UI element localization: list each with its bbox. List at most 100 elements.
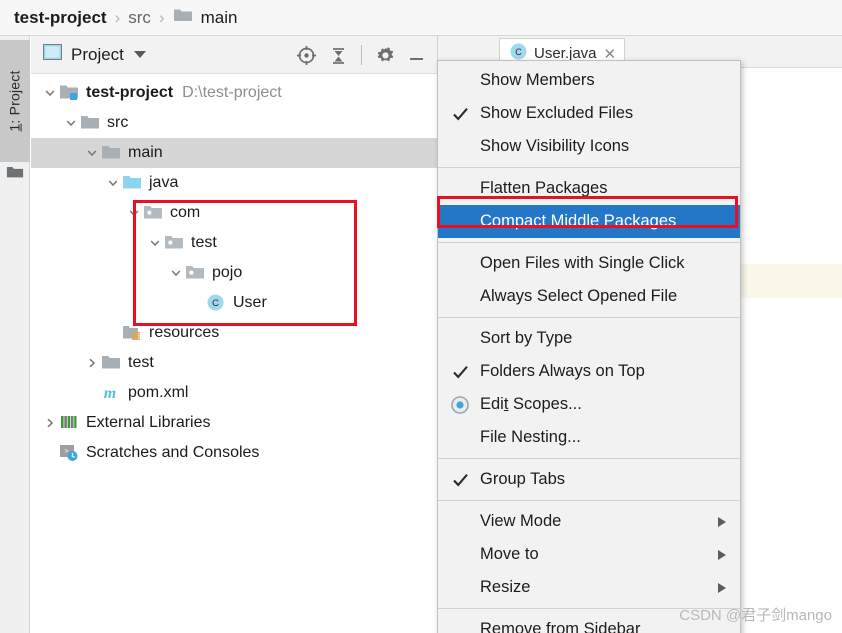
tree-row-label: com xyxy=(170,204,201,221)
chevron-right-icon[interactable] xyxy=(41,408,59,438)
menu-item-resize[interactable]: Resize xyxy=(438,571,740,604)
menu-item-label: Resize xyxy=(480,578,531,596)
chevron-right-icon[interactable] xyxy=(83,348,101,378)
tree-row-main[interactable]: main xyxy=(31,138,437,168)
collapse-all-icon[interactable] xyxy=(324,41,352,69)
svg-text:m: m xyxy=(104,385,116,402)
sidebar-tab-project[interactable]: 1: Project xyxy=(0,40,30,162)
package-icon xyxy=(185,263,205,283)
menu-item-edit-scopes[interactable]: Edit Scopes... xyxy=(438,388,740,421)
tree-row-resources[interactable]: resources xyxy=(31,318,437,348)
menu-separator xyxy=(438,500,740,501)
breadcrumb-item-main[interactable]: main xyxy=(173,7,237,28)
menu-item-always-select-opened-file[interactable]: Always Select Opened File xyxy=(438,280,740,313)
menu-item-label: Show Visibility Icons xyxy=(480,137,630,155)
menu-item-label: File Nesting... xyxy=(480,428,581,446)
menu-item-open-files-with-single-click[interactable]: Open Files with Single Click xyxy=(438,247,740,280)
chevron-down-icon[interactable] xyxy=(41,78,59,108)
submenu-arrow-icon xyxy=(718,516,726,527)
chevron-down-icon[interactable] xyxy=(83,138,101,168)
menu-item-show-visibility-icons[interactable]: Show Visibility Icons xyxy=(438,130,740,163)
chevron-down-icon[interactable] xyxy=(125,198,143,228)
tree-row-java[interactable]: java xyxy=(31,168,437,198)
tree-row-com[interactable]: com xyxy=(31,198,437,228)
project-tree[interactable]: test-project D:\test-project src main java co… xyxy=(31,74,437,468)
tree-row-label: resources xyxy=(149,324,220,341)
tree-row-pojo[interactable]: pojo xyxy=(31,258,437,288)
tree-row-scratches-and-consoles[interactable]: >_ Scratches and Consoles xyxy=(31,438,437,468)
menu-item-label: Sort by Type xyxy=(480,329,573,347)
menu-item-move-to[interactable]: Move to xyxy=(438,538,740,571)
folder-icon xyxy=(101,353,121,373)
tree-row-path: D:\test-project xyxy=(182,84,282,101)
menu-item-show-members[interactable]: Show Members xyxy=(438,64,740,97)
menu-item-flatten-packages[interactable]: Flatten Packages xyxy=(438,172,740,205)
menu-separator xyxy=(438,317,740,318)
submenu-arrow-icon xyxy=(718,549,726,560)
module-folder-icon xyxy=(59,83,79,103)
tree-row-external-libraries[interactable]: External Libraries xyxy=(31,408,437,438)
menu-item-label: Edit Scopes... xyxy=(480,395,582,413)
chevron-down-icon[interactable] xyxy=(167,258,185,288)
watermark: CSDN @君子剑mango xyxy=(679,607,832,624)
project-panel-title: Project xyxy=(71,44,124,64)
gear-icon[interactable] xyxy=(371,41,399,69)
scratches-icon: >_ xyxy=(59,443,79,463)
java-class-icon: C xyxy=(206,293,226,313)
breadcrumb-separator: › xyxy=(114,7,121,27)
radio-selected-icon xyxy=(451,395,469,414)
tree-row-pom-xml[interactable]: m pom.xml xyxy=(31,378,437,408)
menu-item-label: Show Members xyxy=(480,71,595,89)
folder-icon xyxy=(101,143,121,163)
menu-item-label: Folders Always on Top xyxy=(480,362,645,380)
tree-row-label: test-project xyxy=(86,84,174,101)
tree-row-test-project[interactable]: test-project D:\test-project xyxy=(31,78,437,108)
chevron-down-icon[interactable] xyxy=(133,51,146,58)
menu-item-view-mode[interactable]: View Mode xyxy=(438,505,740,538)
menu-item-group-tabs[interactable]: Group Tabs xyxy=(438,463,740,496)
menu-item-sort-by-type[interactable]: Sort by Type xyxy=(438,322,740,355)
left-tool-sidebar: 1: Project xyxy=(0,36,30,633)
menu-item-show-excluded-files[interactable]: Show Excluded Files xyxy=(438,97,740,130)
tree-row-label: java xyxy=(149,174,179,191)
chevron-down-icon[interactable] xyxy=(146,228,164,258)
menu-item-label: Open Files with Single Click xyxy=(480,254,685,272)
breadcrumb-item-project[interactable]: test-project xyxy=(14,8,107,28)
menu-item-label: Always Select Opened File xyxy=(480,287,678,305)
chevron-down-icon[interactable] xyxy=(62,108,80,138)
check-icon xyxy=(452,363,469,380)
tree-row-label: src xyxy=(107,114,129,131)
tree-row-label: External Libraries xyxy=(86,414,211,431)
menu-separator xyxy=(438,242,740,243)
chevron-down-icon[interactable] xyxy=(104,168,122,198)
resources-folder-icon xyxy=(122,323,142,343)
package-icon xyxy=(164,233,184,253)
menu-item-folders-always-on-top[interactable]: Folders Always on Top xyxy=(438,355,740,388)
maven-icon: m xyxy=(101,383,121,403)
tree-row-src[interactable]: src xyxy=(31,108,437,138)
menu-item-label: Group Tabs xyxy=(480,470,565,488)
select-opened-file-icon[interactable] xyxy=(292,41,320,69)
minimize-icon[interactable] xyxy=(403,41,429,69)
source-folder-icon xyxy=(122,173,142,193)
menu-item-file-nesting[interactable]: File Nesting... xyxy=(438,421,740,454)
tree-row-test[interactable]: test xyxy=(31,348,437,378)
svg-text:C: C xyxy=(515,47,522,57)
svg-text:C: C xyxy=(212,298,219,309)
project-view-options-menu[interactable]: Show Members Show Excluded Files Show Visi… xyxy=(437,60,741,633)
folder-icon[interactable] xyxy=(6,164,24,180)
package-icon xyxy=(143,203,163,223)
breadcrumb-item-src[interactable]: src xyxy=(128,8,151,28)
libraries-icon xyxy=(59,413,79,433)
menu-item-label: View Mode xyxy=(480,512,562,530)
tree-row-user[interactable]: C User xyxy=(31,288,437,318)
menu-item-label: Move to xyxy=(480,545,539,563)
menu-item-compact-middle-packages[interactable]: Compact Middle Packages xyxy=(438,205,740,238)
sidebar-tab-mnemonic: 1 xyxy=(7,123,23,132)
tree-row-test[interactable]: test xyxy=(31,228,437,258)
project-panel-toolbar xyxy=(292,36,429,74)
